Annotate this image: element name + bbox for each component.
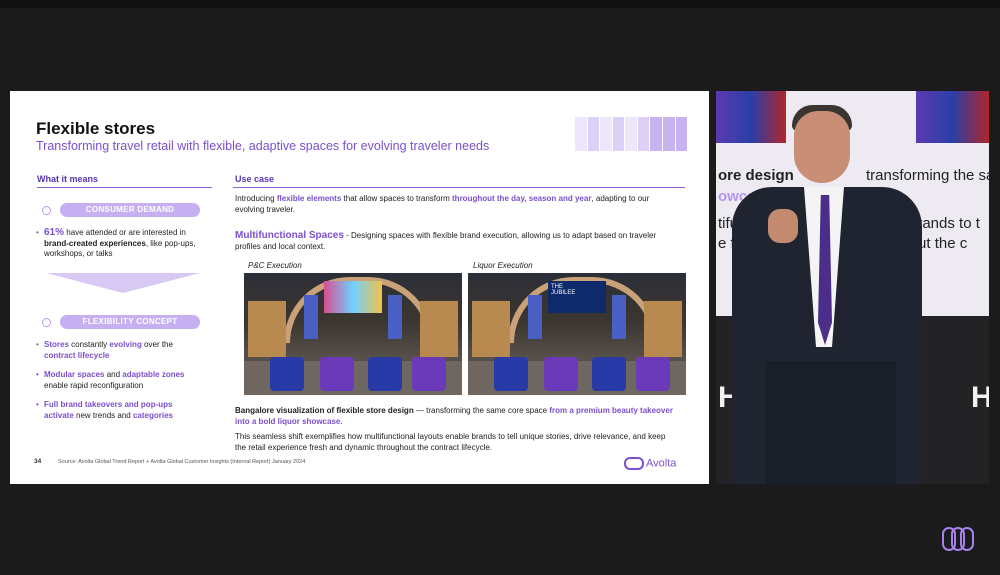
multifunctional-text: Multifunctional Spaces - Designing space… xyxy=(235,230,657,251)
demand-bullet: 61% have attended or are interested in b… xyxy=(36,227,204,260)
image-label-pc: P&C Execution xyxy=(248,261,302,270)
source-note: Source: Avolta Global Trend Report + Avo… xyxy=(58,459,306,465)
thumbnail-table xyxy=(575,117,688,151)
presentation-slide: Flexible stores Transforming travel reta… xyxy=(10,91,709,484)
avolta-brand-icon xyxy=(942,527,978,551)
flexibility-concept-pill: FLEXIBILITY CONCEPT xyxy=(60,315,200,329)
image-label-liquor: Liquor Execution xyxy=(473,261,533,270)
screen-text: transforming the same c xyxy=(866,167,989,184)
caption-bold: Bangalore visualization of flexible stor… xyxy=(235,406,673,426)
section-header-what-it-means: What it means xyxy=(37,174,99,184)
concept-bullet: Modular spaces and adaptable zones enabl… xyxy=(36,370,204,391)
slide-subtitle: Transforming travel retail with flexible… xyxy=(36,139,490,153)
section-header-use-case: Use case xyxy=(235,174,275,184)
slide-title: Flexible stores xyxy=(36,119,156,138)
speaker-video: ore design transforming the same c owcas… xyxy=(716,91,989,484)
screen-image xyxy=(916,91,989,143)
divider xyxy=(233,187,685,188)
pc-execution-image xyxy=(244,273,462,395)
liquor-execution-image: THE JUBILEE xyxy=(468,273,686,395)
stage-sign: H xyxy=(971,381,989,414)
concept-bullet: Stores constantly evolving over the cont… xyxy=(36,340,204,361)
consumer-demand-pill: CONSUMER DEMAND xyxy=(60,203,200,217)
concept-bullet: Full brand takeovers and pop-ups activat… xyxy=(36,400,204,421)
divider xyxy=(37,187,212,188)
caption-text: This seamless shift exemplifies how mult… xyxy=(235,432,666,452)
page-number: 34 xyxy=(34,458,42,465)
top-bar xyxy=(0,0,1000,8)
avolta-mark-icon xyxy=(624,457,644,470)
screen-image xyxy=(716,91,786,143)
circle-icon xyxy=(42,206,51,215)
avolta-logo: Avolta xyxy=(624,457,676,470)
chevron-down-icon xyxy=(46,273,200,293)
screen-text: ore design xyxy=(718,167,794,184)
circle-icon xyxy=(42,318,51,327)
intro-text: Introducing flexible elements that allow… xyxy=(235,194,650,214)
sign-text: JUBILEE xyxy=(551,290,576,296)
